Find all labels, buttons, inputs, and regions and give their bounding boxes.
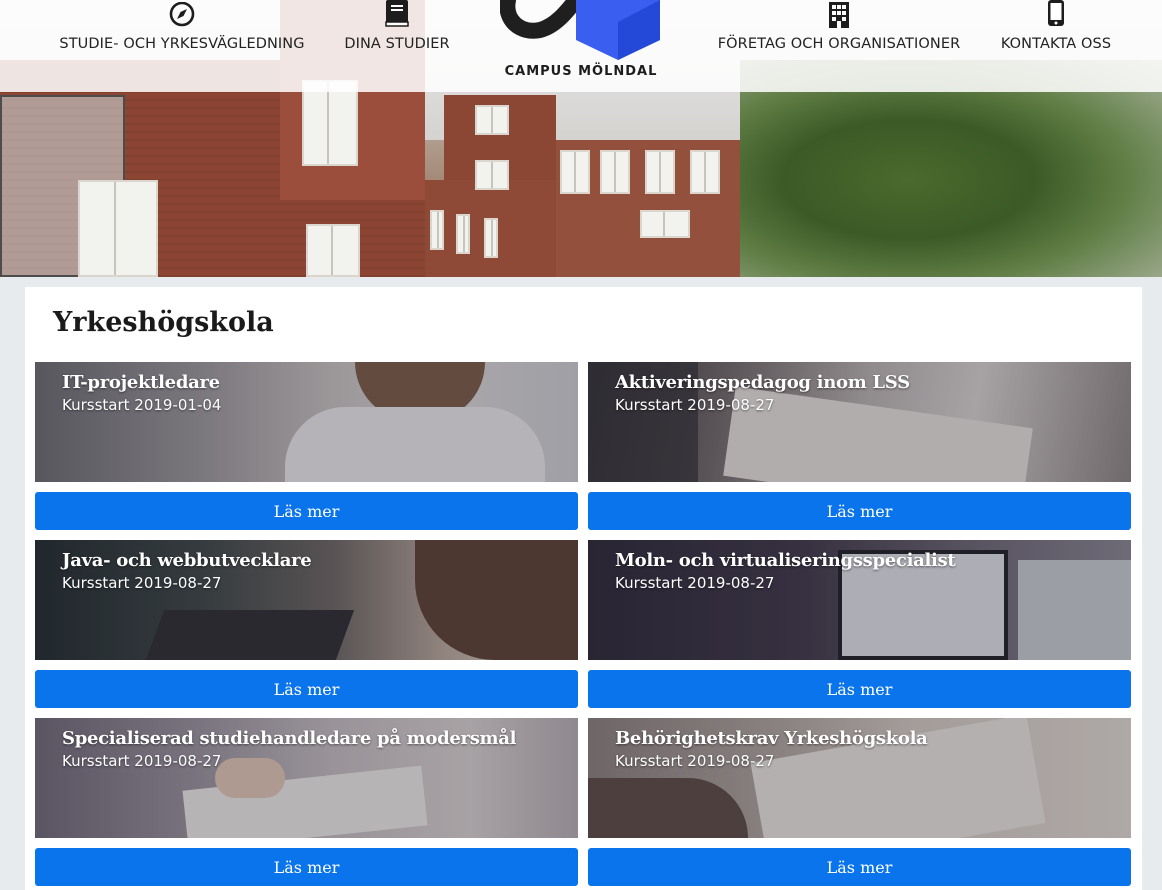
compass-icon — [167, 0, 197, 28]
nav-item-foretag-och-organisationer[interactable]: FÖRETAG OCH ORGANISATIONER — [710, 0, 968, 92]
campus-molndal-logo[interactable]: CAMPUS MÖLNDAL — [500, 0, 662, 92]
building-icon — [826, 0, 852, 28]
read-more-button[interactable]: Läs mer — [35, 848, 578, 886]
course-card-specialiserad-studiehandledare[interactable]: Specialiserad studiehandledare på moders… — [35, 718, 578, 838]
read-more-button[interactable]: Läs mer — [35, 670, 578, 708]
course-title: Specialiserad studiehandledare på moders… — [62, 728, 517, 749]
course-title: IT-projektledare — [62, 372, 220, 393]
course-title: Behörighetskrav Yrkeshögskola — [615, 728, 928, 749]
course-title: Moln- och virtualiseringsspecialist — [615, 550, 956, 571]
nav-item-label: KONTAKTA OSS — [1000, 36, 1112, 52]
read-more-button[interactable]: Läs mer — [588, 848, 1131, 886]
course-card-java-och-webbutvecklare[interactable]: Java- och webbutvecklare Kursstart 2019-… — [35, 540, 578, 660]
nav-item-label: DINA STUDIER — [344, 36, 450, 52]
course-title: Java- och webbutvecklare — [62, 550, 312, 571]
site-header: STUDIE- OCH YRKESVÄGLEDNING DINA STUDIER… — [0, 0, 1162, 92]
section-title: Yrkeshögskola — [53, 307, 274, 338]
course-start-date: Kursstart 2019-08-27 — [615, 752, 775, 770]
course-card-behorighetskrav-yrkeshogskola[interactable]: Behörighetskrav Yrkeshögskola Kursstart … — [588, 718, 1131, 838]
nav-item-dina-studier[interactable]: DINA STUDIER — [340, 0, 454, 92]
logo-text: CAMPUS MÖLNDAL — [504, 64, 658, 79]
read-more-button[interactable]: Läs mer — [588, 670, 1131, 708]
course-start-date: Kursstart 2019-08-27 — [615, 574, 775, 592]
course-title: Aktiveringspedagog inom LSS — [615, 372, 910, 393]
course-start-date: Kursstart 2019-08-27 — [62, 574, 222, 592]
course-start-date: Kursstart 2019-08-27 — [62, 752, 222, 770]
course-start-date: Kursstart 2019-08-27 — [615, 396, 775, 414]
book-icon — [384, 0, 410, 28]
course-card-moln-och-virtualiseringsspecialist[interactable]: Moln- och virtualiseringsspecialist Kurs… — [588, 540, 1131, 660]
course-start-date: Kursstart 2019-01-04 — [62, 396, 222, 414]
read-more-button[interactable]: Läs mer — [588, 492, 1131, 530]
mobile-phone-icon — [1046, 0, 1066, 28]
read-more-button[interactable]: Läs mer — [35, 492, 578, 530]
nav-item-label: STUDIE- OCH YRKESVÄGLEDNING — [59, 36, 305, 52]
course-card-aktiveringspedagog[interactable]: Aktiveringspedagog inom LSS Kursstart 20… — [588, 362, 1131, 482]
nav-item-kontakta-oss[interactable]: KONTAKTA OSS — [996, 0, 1116, 92]
course-card-it-projektledare[interactable]: IT-projektledare Kursstart 2019-01-04 — [35, 362, 578, 482]
nav-item-studie-och-yrkesvagledning[interactable]: STUDIE- OCH YRKESVÄGLEDNING — [52, 0, 312, 92]
nav-item-label: FÖRETAG OCH ORGANISATIONER — [717, 36, 961, 52]
content-panel: Yrkeshögskola IT-projektledare Kursstart… — [25, 287, 1142, 890]
